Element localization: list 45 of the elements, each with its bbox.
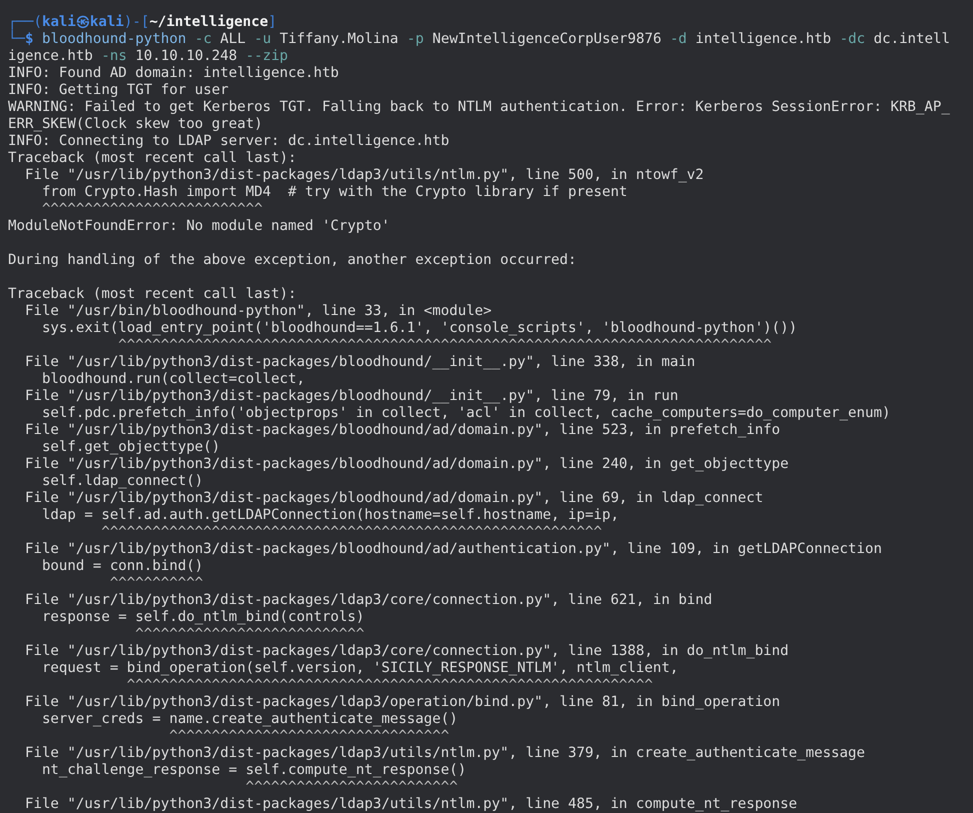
- output-line: File "/usr/lib/python3/dist-packages/ldap3/utils/ntlm.py", line 485, in compute_nt_response: [24, 796, 798, 812]
- output-line: File "/usr/lib/python3/dist-packages/bloodhound/__init__.py", line 338, in main: [24, 354, 696, 370]
- output-line: File "/usr/lib/python3/dist-packages/bloodhound/__init__.py", line 79, in run: [24, 388, 678, 404]
- output-line: sys.exit(load_entry_point('bloodhound==1.6.1', 'console_scripts', 'bloodhound-python')()): [40, 320, 798, 336]
- error-underline: ^^^^^^^^^^^: [108, 575, 204, 591]
- output-line: bound = conn.bind(): [40, 558, 204, 574]
- output-line: Traceback (most recent call last):: [8, 286, 296, 302]
- output-line: ldap = self.ad.auth.getLDAPConnection(hostname=self.hostname, ip=ip,: [40, 507, 619, 523]
- output-line: ModuleNotFoundError: No module named 'Crypto': [8, 218, 390, 234]
- output-line: request = bind_operation(self.version, 'SICILY_RESPONSE_NTLM', ntlm_client,: [40, 660, 678, 676]
- error-underline: ^^^^^^^^^^^^^^^^^^^^^^^^^: [244, 779, 458, 795]
- error-underline: ^^^^^^^^^^^^^^^^^^^^^^^^^^: [40, 201, 263, 217]
- output-line: INFO: Connecting to LDAP server: dc.intelligence.htb: [8, 133, 450, 149]
- output-line: INFO: Found AD domain: intelligence.htb: [8, 65, 339, 81]
- error-underline: ^^^^^^^^^^^^^^^^^^^^^^^^^^^^^^^^^: [168, 728, 450, 744]
- output-line: response = self.do_ntlm_bind(controls): [40, 609, 364, 625]
- command-line: igence.htb -ns 10.10.10.248 --zip: [8, 48, 288, 64]
- error-underline: ^^^^^^^^^^^^^^^^^^^^^^^^^^^: [134, 626, 364, 642]
- output-line: File "/usr/lib/python3/dist-packages/bloodhound/ad/domain.py", line 523, in prefetch_info: [24, 422, 780, 438]
- output-line: ERR_SKEW(Clock skew too great): [8, 116, 263, 132]
- output-line: File "/usr/lib/python3/dist-packages/ldap3/core/connection.py", line 1388, in do_ntlm_bind: [24, 643, 789, 659]
- output-line: WARNING: Failed to get Kerberos TGT. Falling back to NTLM authentication. Error: Kerberos SessionError: KRB_AP_: [8, 99, 950, 115]
- output-line: from Crypto.Hash import MD4 # try with the Crypto library if present: [40, 184, 628, 200]
- output-line: server_creds = name.create_authenticate_message(): [40, 711, 458, 727]
- output-line: bloodhound.run(collect=collect,: [40, 371, 305, 387]
- shell-prompt: ┌──(kali㉿kali)-[~/intelligence]: [8, 14, 277, 30]
- error-underline: ^^^^^^^^^^^^^^^^^^^^^^^^^^^^^^^^^^^^^^^^^^^^^^^^^^^^^^^^^^^: [100, 524, 602, 540]
- output-line: nt_challenge_response = self.compute_nt_response(): [40, 762, 466, 778]
- command-line: └─$ bloodhound-python -c ALL -u Tiffany.Molina -p NewIntelligenceCorpUser9876 -d intelligence.htb -dc dc.intell: [8, 31, 950, 47]
- output-line: File "/usr/lib/python3/dist-packages/bloodhound/ad/domain.py", line 69, in ldap_connect: [24, 490, 764, 506]
- output-line: File "/usr/lib/python3/dist-packages/ldap3/operation/bind.py", line 81, in bind_operation: [24, 694, 780, 710]
- output-line: File "/usr/lib/python3/dist-packages/bloodhound/ad/domain.py", line 240, in get_objecttype: [24, 456, 789, 472]
- output-line: File "/usr/lib/python3/dist-packages/ldap3/core/connection.py", line 621, in bind: [24, 592, 712, 608]
- output-line: File "/usr/lib/python3/dist-packages/bloodhound/ad/authentication.py", line 109, in getLDAPConnection: [24, 541, 882, 557]
- output-line: self.pdc.prefetch_info('objectprops' in collect, 'acl' in collect, cache_computers=do_computer_enum): [40, 405, 890, 421]
- output-line: During handling of the above exception, another exception occurred:: [8, 252, 577, 268]
- output-line: Traceback (most recent call last):: [8, 150, 296, 166]
- output-line: self.ldap_connect(): [40, 473, 204, 489]
- error-underline: ^^^^^^^^^^^^^^^^^^^^^^^^^^^^^^^^^^^^^^^^^^^^^^^^^^^^^^^^^^^^^^: [126, 677, 653, 693]
- output-line: File "/usr/lib/python3/dist-packages/ldap3/utils/ntlm.py", line 379, in create_authenticate_message: [24, 745, 866, 761]
- output-line: File "/usr/bin/bloodhound-python", line 33, in <module>: [24, 303, 492, 319]
- output-line: File "/usr/lib/python3/dist-packages/ldap3/utils/ntlm.py", line 500, in ntowf_v2: [24, 167, 704, 183]
- output-line: INFO: Getting TGT for user: [8, 82, 229, 98]
- output-line: self.get_objecttype(): [40, 439, 220, 455]
- error-underline: ^^^^^^^^^^^^^^^^^^^^^^^^^^^^^^^^^^^^^^^^^^^^^^^^^^^^^^^^^^^^^^^^^^^^^^^^^^^^^: [117, 337, 772, 353]
